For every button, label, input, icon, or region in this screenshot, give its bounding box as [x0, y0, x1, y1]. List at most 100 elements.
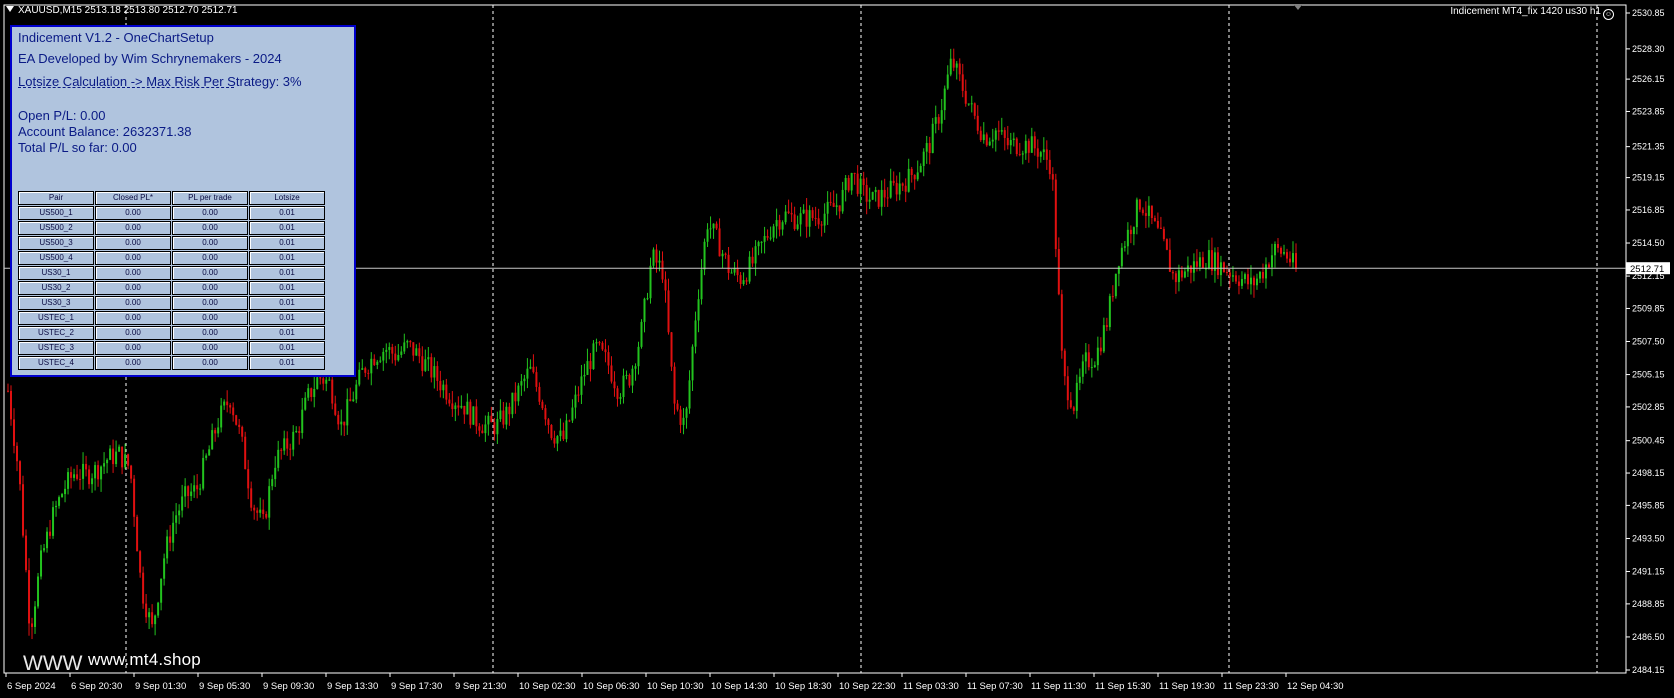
- y-tick-label: 2509.85: [1632, 303, 1665, 313]
- candle-body: [403, 342, 406, 352]
- table-cell: 0.00: [172, 221, 248, 235]
- y-tick-label: 2519.15: [1632, 173, 1665, 183]
- smile-icon[interactable]: ☺: [1603, 9, 1614, 20]
- candle-body: [70, 472, 73, 478]
- panel-developer: EA Developed by Wim Schrynemakers - 2024: [18, 51, 282, 66]
- candle-body: [886, 197, 889, 199]
- candle-body: [643, 298, 646, 322]
- candle-body: [682, 417, 685, 425]
- table-cell: 0.01: [249, 236, 325, 250]
- candle-body: [745, 280, 748, 282]
- candle-body: [805, 209, 808, 227]
- candle-body: [304, 397, 307, 410]
- candle-body: [397, 354, 400, 361]
- candle-body: [1147, 205, 1150, 216]
- candle-body: [1054, 179, 1057, 250]
- candle-body: [433, 366, 436, 378]
- candle-body: [103, 463, 106, 467]
- candle-body: [961, 74, 964, 91]
- table-cell: 0.01: [249, 221, 325, 235]
- table-cell: 0.01: [249, 206, 325, 220]
- candle-body: [601, 342, 604, 350]
- candle-body: [94, 465, 97, 479]
- table-row: USTEC_3 0.00 0.00 0.01: [18, 341, 325, 355]
- y-tick-label: 2484.15: [1632, 665, 1665, 675]
- candle-body: [940, 110, 943, 124]
- candle-body: [31, 623, 34, 627]
- candle-body: [184, 486, 187, 497]
- candle-body: [1045, 149, 1048, 160]
- candle-body: [283, 438, 286, 451]
- candle-body: [1129, 229, 1132, 235]
- candle-body: [832, 202, 835, 207]
- candle-body: [649, 265, 652, 299]
- candle-body: [118, 446, 121, 452]
- candle-body: [1021, 153, 1024, 155]
- candle-body: [1291, 253, 1294, 263]
- candle-body: [343, 421, 346, 426]
- y-tick-label: 2523.85: [1632, 106, 1665, 116]
- candle-body: [772, 226, 775, 238]
- candle-body: [514, 392, 517, 402]
- candle-body: [631, 368, 634, 386]
- dropdown-triangle-icon[interactable]: [6, 6, 14, 12]
- table-header-cell: Pair: [18, 191, 94, 205]
- candle-body: [355, 384, 358, 400]
- table-cell: 0.00: [172, 326, 248, 340]
- y-tick-label: 2488.85: [1632, 599, 1665, 609]
- candle-body: [205, 455, 208, 458]
- candle-body: [862, 178, 865, 186]
- candle-body: [328, 379, 331, 381]
- candle-body: [586, 361, 589, 375]
- candle-body: [505, 406, 508, 425]
- candle-body: [61, 494, 64, 498]
- candle-body: [163, 558, 166, 579]
- candle-body: [664, 279, 667, 291]
- candle-body: [622, 375, 625, 398]
- candle-body: [88, 469, 91, 485]
- candle-body: [565, 420, 568, 440]
- candle-body: [235, 415, 238, 425]
- y-tick-label: 2526.15: [1632, 74, 1665, 84]
- candle-body: [286, 438, 289, 449]
- candle-body: [127, 454, 130, 466]
- panel-lotsize-calc: Lotsize Calculation -> Max Risk Per Stra…: [18, 74, 302, 89]
- panel-open-pl: Open P/L: 0.00: [18, 108, 106, 123]
- table-cell: 0.00: [172, 356, 248, 370]
- candle-body: [1093, 365, 1096, 368]
- candle-body: [838, 205, 841, 212]
- chart-shift-marker-icon: [1294, 5, 1302, 10]
- x-tick-label: 10 Sep 18:30: [775, 681, 832, 692]
- candle-body: [1240, 279, 1243, 286]
- candle-body: [1114, 273, 1117, 297]
- candle-body: [988, 141, 991, 146]
- table-row: US500_4 0.00 0.00 0.01: [18, 251, 325, 265]
- candle-body: [907, 168, 910, 192]
- candle-body: [313, 388, 316, 398]
- candle-body: [1144, 213, 1147, 216]
- candle-body: [952, 58, 955, 68]
- candle-body: [1267, 264, 1270, 268]
- table-cell: 0.00: [95, 266, 171, 280]
- candle-body: [1108, 296, 1111, 328]
- candle-body: [46, 531, 49, 549]
- candle-body: [1111, 296, 1114, 298]
- candle-body: [895, 182, 898, 195]
- candle-body: [496, 419, 499, 435]
- candle-body: [1042, 149, 1045, 153]
- candle-body: [16, 445, 19, 462]
- candle-body: [1295, 253, 1297, 269]
- table-header-row: Pair Closed PL* PL per trade Lotsize: [18, 191, 325, 205]
- candle-body: [277, 449, 280, 468]
- table-body: US500_1 0.00 0.00 0.01 US500_2 0.00 0.00 0.01 US…: [18, 206, 325, 370]
- candle-body: [169, 536, 172, 543]
- candle-body: [850, 172, 853, 191]
- candle-body: [874, 189, 877, 193]
- x-tick-label: 9 Sep 09:30: [263, 681, 314, 692]
- candle-body: [67, 472, 70, 489]
- candle-body: [910, 168, 913, 176]
- table-cell: USTEC_2: [18, 326, 94, 340]
- y-tick-label: 2505.15: [1632, 370, 1665, 380]
- candle-body: [994, 130, 997, 140]
- candle-body: [811, 210, 814, 218]
